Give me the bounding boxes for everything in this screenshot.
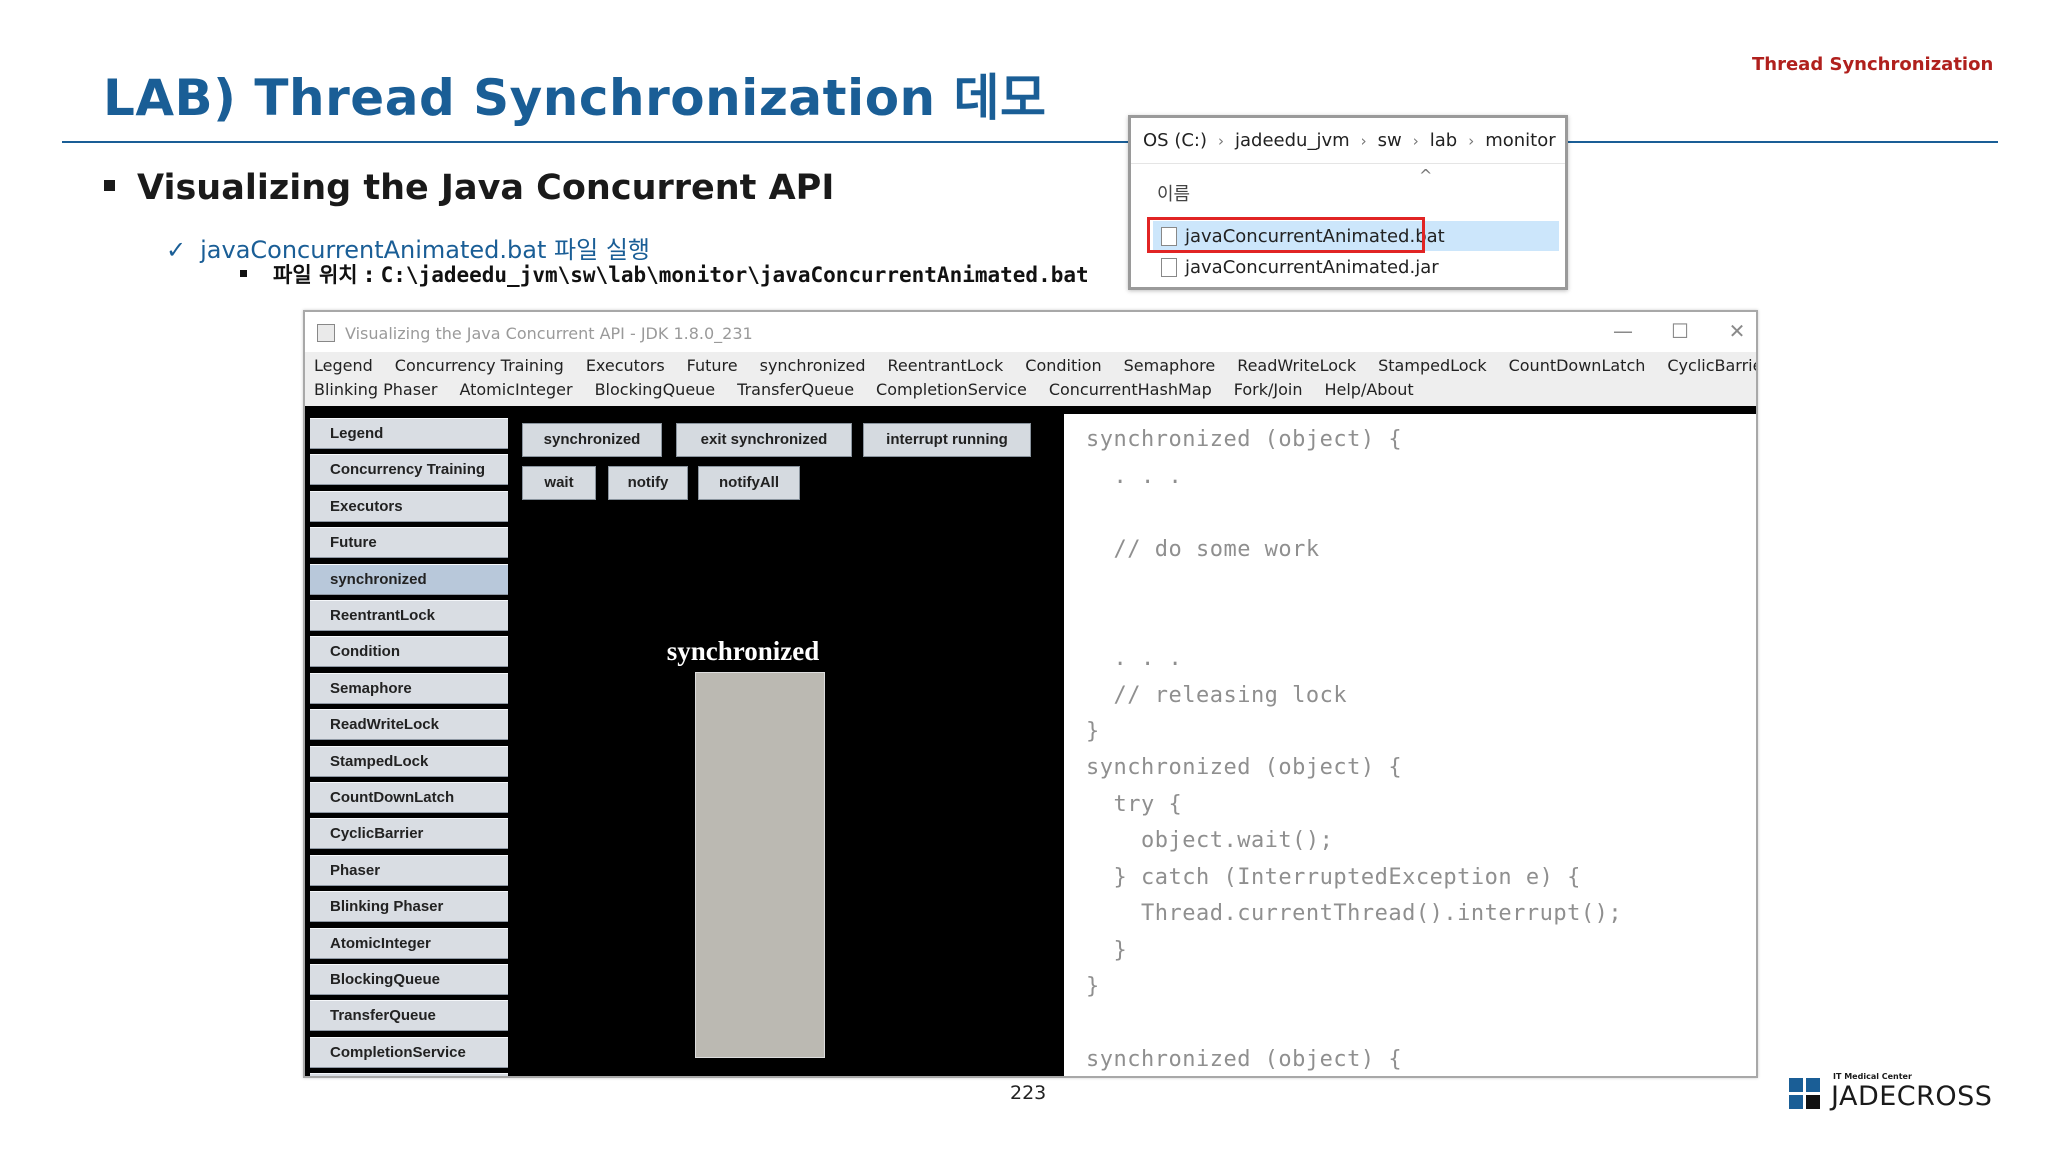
menu-item-legend[interactable]: Legend xyxy=(314,356,373,380)
menu-item-cyclicbarrier[interactable]: CyclicBarrier xyxy=(1667,356,1756,380)
menu-item-synchronized[interactable]: synchronized xyxy=(760,356,866,380)
breadcrumb-jadeedu-jvm[interactable]: jadeedu_jvm xyxy=(1235,130,1350,151)
monitor-label: synchronized xyxy=(666,636,820,666)
sidebar-item-cyclicbarrier[interactable]: CyclicBarrier xyxy=(310,818,508,850)
file-explorer-window: OS (C:) › jadeedu_jvm › sw › lab › monit… xyxy=(1128,115,1568,290)
breadcrumb-monitor[interactable]: monitor xyxy=(1485,130,1555,151)
file-path-bullet: 파일 위치 : C:\jadeedu_jvm\sw\lab\monitor\ja… xyxy=(240,259,1089,289)
sidebar-item-future[interactable]: Future xyxy=(310,527,508,559)
exit-synchronized-button[interactable]: exit synchronized xyxy=(676,423,852,457)
sidebar-item-completionservice[interactable]: CompletionService xyxy=(310,1036,508,1068)
minimize-icon[interactable]: — xyxy=(1605,316,1641,346)
menu-item-stampedlock[interactable]: StampedLock xyxy=(1378,356,1486,380)
menu-item-reentrantlock[interactable]: ReentrantLock xyxy=(888,356,1004,380)
sidebar-item-phaser[interactable]: Phaser xyxy=(310,854,508,886)
checkmark-icon: ✓ xyxy=(166,236,187,264)
file-path-label: 파일 위치 : xyxy=(273,263,381,287)
breadcrumb-lab[interactable]: lab xyxy=(1430,130,1457,151)
sidebar-item-readwritelock[interactable]: ReadWriteLock xyxy=(310,709,508,741)
window-titlebar[interactable]: Visualizing the Java Concurrent API - JD… xyxy=(305,312,1756,352)
menu-item-atomicinteger[interactable]: AtomicInteger xyxy=(459,380,572,404)
monitor-block xyxy=(695,672,825,1058)
sidebar-item-legend[interactable]: Legend xyxy=(310,418,508,449)
highlight-box xyxy=(1147,217,1425,253)
chevron-right-icon: › xyxy=(1468,131,1475,150)
synchronized-button[interactable]: synchronized xyxy=(522,423,662,457)
sidebar-item-condition[interactable]: Condition xyxy=(310,636,508,668)
menu-item-readwritelock[interactable]: ReadWriteLock xyxy=(1237,356,1356,380)
company-logo: IT Medical Center JADECROSS xyxy=(1789,1072,1992,1112)
file-row-jar[interactable]: javaConcurrentAnimated.jar xyxy=(1153,252,1559,282)
demo-list-sidebar: Legend Concurrency Training Executors Futur… xyxy=(305,414,513,1076)
window-title: Visualizing the Java Concurrent API - JD… xyxy=(345,324,753,343)
code-block-1: synchronized (object) { . . . // do some… xyxy=(1086,427,1403,744)
close-icon[interactable]: ✕ xyxy=(1719,316,1755,346)
menu-separator xyxy=(305,406,1756,414)
section-tag: Thread Synchronization xyxy=(1752,54,1994,75)
file-icon xyxy=(1161,257,1177,277)
breadcrumb-sw[interactable]: sw xyxy=(1378,130,1402,151)
main-bullet-text: Visualizing the Java Concurrent API xyxy=(137,168,835,208)
menu-row-2: Blinking Phaser AtomicInteger BlockingQueu… xyxy=(314,380,1436,404)
chevron-right-icon: › xyxy=(1218,131,1224,150)
main-bullet: Visualizing the Java Concurrent API xyxy=(104,168,834,208)
sidebar-item-semaphore[interactable]: Semaphore xyxy=(310,672,508,704)
file-path-value: C:\jadeedu_jvm\sw\lab\monitor\javaConcur… xyxy=(380,263,1089,287)
java-app-icon xyxy=(317,324,335,342)
sidebar-item-blockingqueue[interactable]: BlockingQueue xyxy=(310,964,508,995)
code-block-3: synchronized (object) { xyxy=(1086,1047,1403,1072)
notifyall-button[interactable]: notifyAll xyxy=(698,466,800,500)
menu-item-concurrenthashmap[interactable]: ConcurrentHashMap xyxy=(1049,380,1212,404)
menu-bar: Legend Concurrency Training Executors Futur… xyxy=(305,352,1756,406)
logo-tagline: IT Medical Center xyxy=(1833,1072,1912,1081)
file-name: javaConcurrentAnimated.jar xyxy=(1185,256,1439,278)
logo-brand: JADECROSS xyxy=(1831,1081,1993,1112)
wait-button[interactable]: wait xyxy=(522,466,596,500)
animation-panel: synchronized exit synchronized interrupt… xyxy=(513,414,1058,1076)
menu-item-blockingqueue[interactable]: BlockingQueue xyxy=(595,380,716,404)
chevron-right-icon: › xyxy=(1412,131,1419,150)
title-divider xyxy=(62,141,1998,143)
menu-item-condition[interactable]: Condition xyxy=(1025,356,1101,380)
sidebar-item-synchronized[interactable]: synchronized xyxy=(310,563,508,595)
notify-button[interactable]: notify xyxy=(608,466,688,500)
sidebar-item-executors[interactable]: Executors xyxy=(310,490,508,522)
sidebar-item-atomicinteger[interactable]: AtomicInteger xyxy=(310,927,508,959)
interrupt-running-button[interactable]: interrupt running xyxy=(863,423,1031,457)
menu-item-blinking-phaser[interactable]: Blinking Phaser xyxy=(314,380,437,404)
square-bullet-icon xyxy=(104,179,115,191)
code-block-2: synchronized (object) { try { object.wai… xyxy=(1086,755,1623,999)
sidebar-item-concurrency-training[interactable]: Concurrency Training xyxy=(310,454,508,486)
code-panel: synchronized (object) { . . . // do some… xyxy=(1058,414,1756,1076)
sidebar-item-countdownlatch[interactable]: CountDownLatch xyxy=(310,782,508,813)
sidebar-item-concurrenthashmap[interactable]: ConcurrentHashMap xyxy=(310,1073,508,1076)
breadcrumb-drive[interactable]: OS (C:) xyxy=(1143,130,1207,151)
page-number: 223 xyxy=(1010,1082,1047,1104)
menu-item-completionservice[interactable]: CompletionService xyxy=(876,380,1027,404)
menu-item-future[interactable]: Future xyxy=(687,356,738,380)
menu-item-help-about[interactable]: Help/About xyxy=(1324,380,1413,404)
sidebar-item-transferqueue[interactable]: TransferQueue xyxy=(310,1000,508,1032)
slide-title: LAB) Thread Synchronization 데모 xyxy=(103,69,1047,127)
menu-item-fork-join[interactable]: Fork/Join xyxy=(1234,380,1303,404)
name-column-header[interactable]: 이름 xyxy=(1157,180,1190,206)
menu-item-transferqueue[interactable]: TransferQueue xyxy=(737,380,854,404)
sidebar-item-stampedlock[interactable]: StampedLock xyxy=(310,745,508,777)
chevron-right-icon: › xyxy=(1360,131,1367,150)
menu-item-countdownlatch[interactable]: CountDownLatch xyxy=(1509,356,1646,380)
small-square-bullet-icon xyxy=(240,269,247,277)
sort-caret-icon[interactable]: ^ xyxy=(1419,166,1432,185)
logo-grid-icon xyxy=(1789,1078,1821,1110)
menu-item-semaphore[interactable]: Semaphore xyxy=(1124,356,1216,380)
address-bar[interactable]: OS (C:) › jadeedu_jvm › sw › lab › monit… xyxy=(1131,118,1565,164)
menu-item-executors[interactable]: Executors xyxy=(586,356,665,380)
menu-row-1: Legend Concurrency Training Executors Futur… xyxy=(314,356,1756,380)
java-app-window: Visualizing the Java Concurrent API - JD… xyxy=(303,310,1758,1078)
maximize-icon[interactable]: ☐ xyxy=(1662,316,1698,346)
menu-item-concurrency-training[interactable]: Concurrency Training xyxy=(395,356,564,380)
sidebar-item-reentrantlock[interactable]: ReentrantLock xyxy=(310,600,508,631)
sidebar-item-blinking-phaser[interactable]: Blinking Phaser xyxy=(310,891,508,923)
